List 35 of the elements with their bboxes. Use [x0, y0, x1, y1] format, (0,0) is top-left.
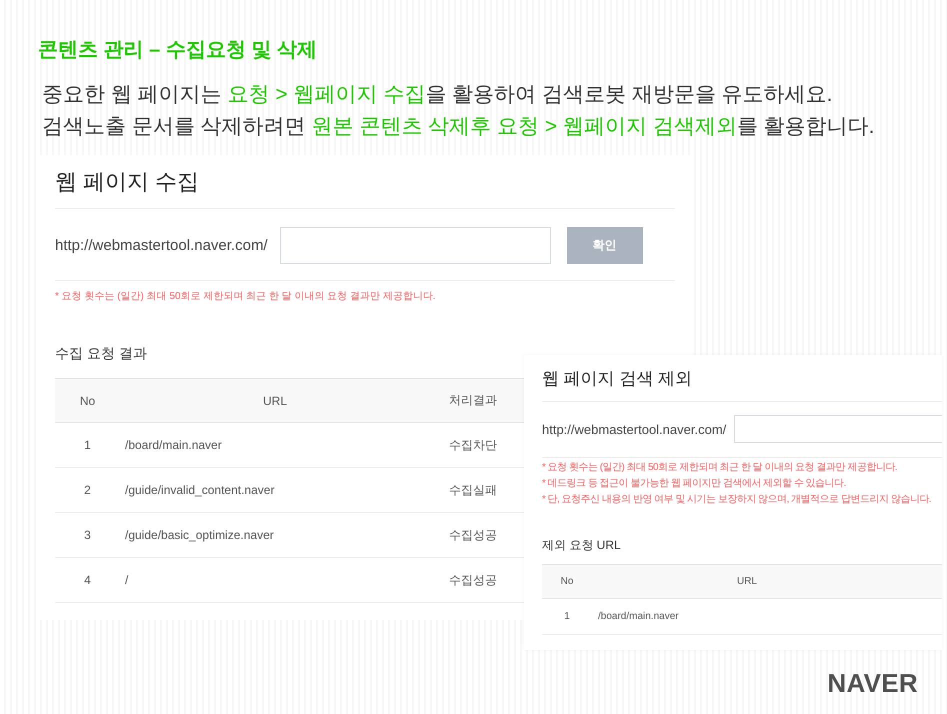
table-cell: /board/main.naver — [598, 611, 679, 622]
table-cell: 4 — [84, 573, 91, 587]
table-cell: 1 — [564, 611, 570, 622]
description-line: 중요한 웹 페이지는 요청 > 웹페이지 수집 을 활용하여 검색로봇 재방문을 유도하세요. — [41, 82, 832, 108]
column-header: 처리결과 — [449, 392, 497, 409]
url-input-field[interactable] — [734, 415, 942, 443]
notice-text: * 데드링크 등 접근이 불가능한 웹 페이지만 검색에서 제외할 수 있습니다. — [542, 477, 846, 491]
panel-title: 웹 페이지 검색 제외 — [542, 368, 692, 390]
column-header: No — [80, 394, 96, 408]
url-input-field[interactable] — [280, 227, 551, 264]
slide-title: 콘텐츠 관리 – 수집요청 및 삭제 — [38, 38, 317, 63]
panel-title: 웹 페이지 수집 — [55, 168, 200, 196]
table-cell: 수집차단 — [449, 436, 497, 454]
url-prefix: http://webmastertool.naver.com/ — [542, 422, 726, 436]
section-title: 수집 요청 결과 — [55, 344, 147, 363]
section-title: 제외 요청 URL — [542, 537, 621, 554]
table-cell: /board/main.naver — [125, 438, 222, 452]
column-header: No — [560, 576, 574, 587]
column-header: URL — [736, 576, 757, 587]
column-header: URL — [262, 394, 287, 408]
table-cell: 3 — [84, 528, 91, 542]
description-line: 검색노출 문서를 삭제하려면 원본 콘텐츠 삭제후 요청 > 웹페이지 검색제외 를 활용합니다. — [41, 114, 874, 140]
table-cell: 2 — [84, 483, 91, 497]
notice-text: * 요청 횟수는 (일간) 최대 50회로 제한되며 최근 한 달 이내의 요청 결과만 제공합니다. — [542, 461, 898, 475]
table-cell: /guide/invalid_content.naver — [125, 483, 274, 497]
url-prefix: http://webmastertool.naver.com/ — [55, 237, 268, 254]
table-cell: 1 — [84, 438, 91, 452]
table-cell: 수집실패 — [449, 482, 497, 498]
notice-text: * 요청 횟수는 (일간) 최대 50회로 제한되며 최근 한 달 이내의 요청 결과만 제공합니다. — [55, 290, 436, 304]
table-cell: / — [125, 573, 128, 587]
table-cell: /guide/basic_optimize.naver — [125, 528, 274, 542]
notice-text: * 단, 요청주신 내용의 반영 여부 및 시기는 보장하지 않으며, 개별적으로 답변드리지 않습니다. — [542, 493, 932, 507]
table-cell: 수집성공 — [449, 526, 497, 544]
naver-logo: NAVER — [827, 670, 918, 696]
table-cell: 수집성공 — [449, 572, 497, 588]
